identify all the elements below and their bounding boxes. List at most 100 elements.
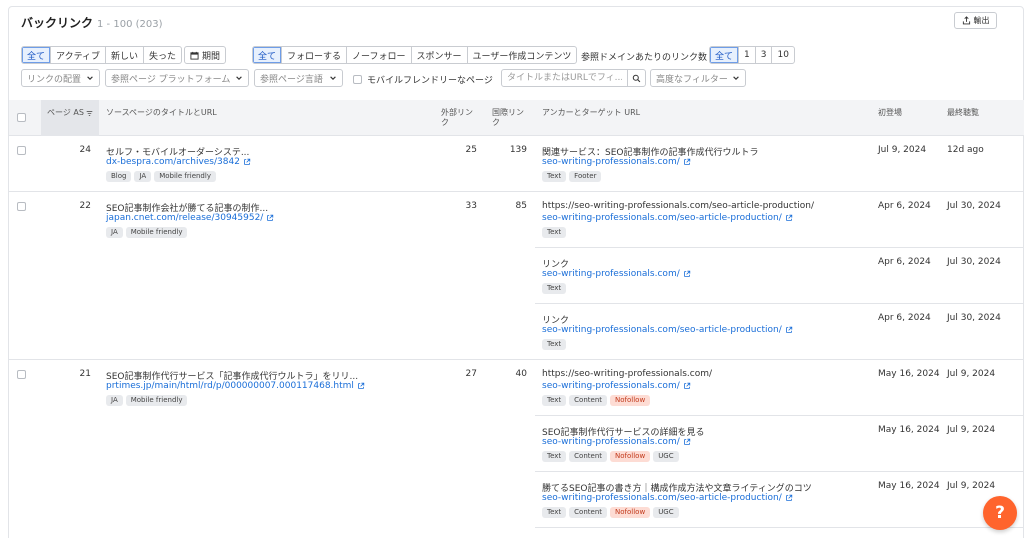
url-search [501, 69, 646, 87]
tag: Mobile friendly [125, 395, 188, 406]
tag: Text [542, 395, 567, 406]
links-per-domain-1[interactable]: 1 [738, 47, 755, 63]
tag: Text [542, 171, 567, 182]
target-url[interactable]: seo-writing-professionals.com/ [542, 269, 691, 279]
tag: Content [569, 451, 608, 462]
select-all-checkbox[interactable] [17, 113, 26, 122]
tag: UGC [653, 507, 679, 518]
column-page-as[interactable]: ページ AS [47, 108, 93, 118]
first-seen-date: May 16, 2024 [878, 481, 940, 491]
anchor-divider [535, 471, 1024, 472]
target-url[interactable]: seo-writing-professionals.com/ [542, 157, 691, 167]
search-button[interactable] [627, 70, 645, 86]
tag: Text [542, 451, 567, 462]
row-divider [9, 359, 1024, 360]
mobile-friendly-checkbox[interactable] [353, 75, 362, 84]
first-seen-date: May 16, 2024 [878, 369, 940, 379]
follow-tab-sponsored[interactable]: スポンサー [410, 47, 467, 63]
source-url[interactable]: dx-bespra.com/archives/3842 [106, 157, 251, 167]
links-per-domain-3[interactable]: 3 [754, 47, 772, 63]
external-links-count: 33 [465, 201, 477, 211]
status-tab-lost[interactable]: 失った [143, 47, 181, 63]
first-seen-date: Apr 6, 2024 [878, 201, 931, 211]
links-per-domain-all[interactable]: 全て [710, 47, 739, 63]
tag: JA [106, 395, 123, 406]
mobile-friendly-filter[interactable]: モバイルフレンドリーなページ [353, 73, 493, 86]
link-placement-label: リンクの配置 [27, 74, 82, 85]
export-button[interactable]: 輸出 [954, 12, 997, 29]
target-url[interactable]: seo-writing-professionals.com/seo-articl… [542, 325, 793, 335]
column-source[interactable]: ソースページのタイトルとURL [106, 108, 217, 118]
first-seen-date: May 16, 2024 [878, 425, 940, 435]
status-tab-all[interactable]: 全て [22, 47, 51, 63]
sort-icon [86, 110, 93, 116]
status-tab-new[interactable]: 新しい [105, 47, 143, 63]
calendar-icon [190, 51, 199, 60]
source-tags: JA Mobile friendly [106, 227, 188, 238]
nofollow-tag: Nofollow [610, 451, 651, 462]
tag: Text [542, 507, 567, 518]
tag: JA [134, 171, 152, 182]
advanced-filter-dropdown[interactable]: 高度なフィルター [650, 69, 746, 87]
row-checkbox[interactable] [17, 146, 26, 155]
anchor-divider [535, 303, 1024, 304]
column-first-seen[interactable]: 初登場 [878, 108, 902, 118]
anchor-tags: Text [542, 339, 567, 350]
tag: Blog [106, 171, 132, 182]
platform-dropdown[interactable]: 参照ページ プラットフォーム [105, 69, 249, 87]
tag: Mobile friendly [125, 227, 188, 238]
source-url-text: japan.cnet.com/release/30945952/ [106, 213, 264, 223]
follow-tab-all[interactable]: 全て [253, 47, 282, 63]
row-checkbox[interactable] [17, 202, 26, 211]
language-label: 参照ページ言語 [260, 74, 323, 85]
chevron-down-icon [87, 76, 93, 80]
external-link-icon [683, 438, 690, 445]
page-title: バックリンク 1 - 100 (203) [21, 14, 163, 31]
help-button[interactable]: ? [983, 496, 1017, 530]
mobile-friendly-label: モバイルフレンドリーなページ [367, 76, 493, 86]
backlinks-card: バックリンク 1 - 100 (203) 輸出 全て アクティブ 新しい 失った … [8, 6, 1024, 538]
page-as-score: 24 [79, 145, 91, 155]
follow-tab-ugc[interactable]: ユーザー作成コンテンツ [466, 47, 577, 63]
page-as-score: 21 [79, 369, 91, 379]
column-internal-links[interactable]: 国際リンク [492, 108, 524, 128]
target-url[interactable]: seo-writing-professionals.com/seo-articl… [542, 213, 793, 223]
external-link-icon [267, 214, 274, 221]
links-per-domain-filter: 全て 1 3 10 [709, 46, 795, 64]
language-dropdown[interactable]: 参照ページ言語 [254, 69, 343, 87]
row-divider [9, 191, 1024, 192]
advanced-filter-label: 高度なフィルター [656, 74, 728, 85]
target-url[interactable]: seo-writing-professionals.com/ [542, 381, 691, 391]
column-anchor-target[interactable]: アンカーとターゲット URL [542, 108, 640, 118]
link-placement-dropdown[interactable]: リンクの配置 [21, 69, 100, 87]
follow-tab-nofollow[interactable]: ノーフォロー [346, 47, 410, 63]
status-tab-active[interactable]: アクティブ [50, 47, 105, 63]
internal-links-count: 85 [515, 201, 527, 211]
period-button[interactable]: 期間 [184, 46, 227, 64]
anchor-tags: Text Footer [542, 171, 602, 182]
column-external-links[interactable]: 外部リンク [441, 108, 473, 128]
target-url-text: seo-writing-professionals.com/ [542, 269, 680, 279]
chevron-down-icon [236, 76, 242, 80]
source-url-text: prtimes.jp/main/html/rd/p/000000007.0001… [106, 381, 354, 391]
nofollow-tag: Nofollow [610, 395, 651, 406]
target-url[interactable]: seo-writing-professionals.com/ [542, 437, 691, 447]
tag: Text [542, 339, 567, 350]
source-url[interactable]: prtimes.jp/main/html/rd/p/000000007.0001… [106, 381, 365, 391]
tag: Footer [569, 171, 602, 182]
source-url[interactable]: japan.cnet.com/release/30945952/ [106, 213, 274, 223]
follow-tab-follow[interactable]: フォローする [281, 47, 346, 63]
internal-links-count: 40 [515, 369, 527, 379]
source-tags: Blog JA Mobile friendly [106, 171, 216, 182]
row-checkbox[interactable] [17, 370, 26, 379]
anchor-tags: Text [542, 227, 567, 238]
links-per-domain-10[interactable]: 10 [771, 47, 793, 63]
column-last-seen[interactable]: 最終聴覧 [947, 108, 979, 118]
target-url[interactable]: seo-writing-professionals.com/seo-articl… [542, 493, 793, 503]
anchor-divider [535, 415, 1024, 416]
last-seen-date: Jul 30, 2024 [947, 201, 1001, 211]
last-seen-date: Jul 9, 2024 [947, 369, 996, 379]
search-input[interactable] [502, 70, 627, 86]
source-url-text: dx-bespra.com/archives/3842 [106, 157, 240, 167]
anchor-tags: Text Content Nofollow UGC [542, 451, 679, 462]
